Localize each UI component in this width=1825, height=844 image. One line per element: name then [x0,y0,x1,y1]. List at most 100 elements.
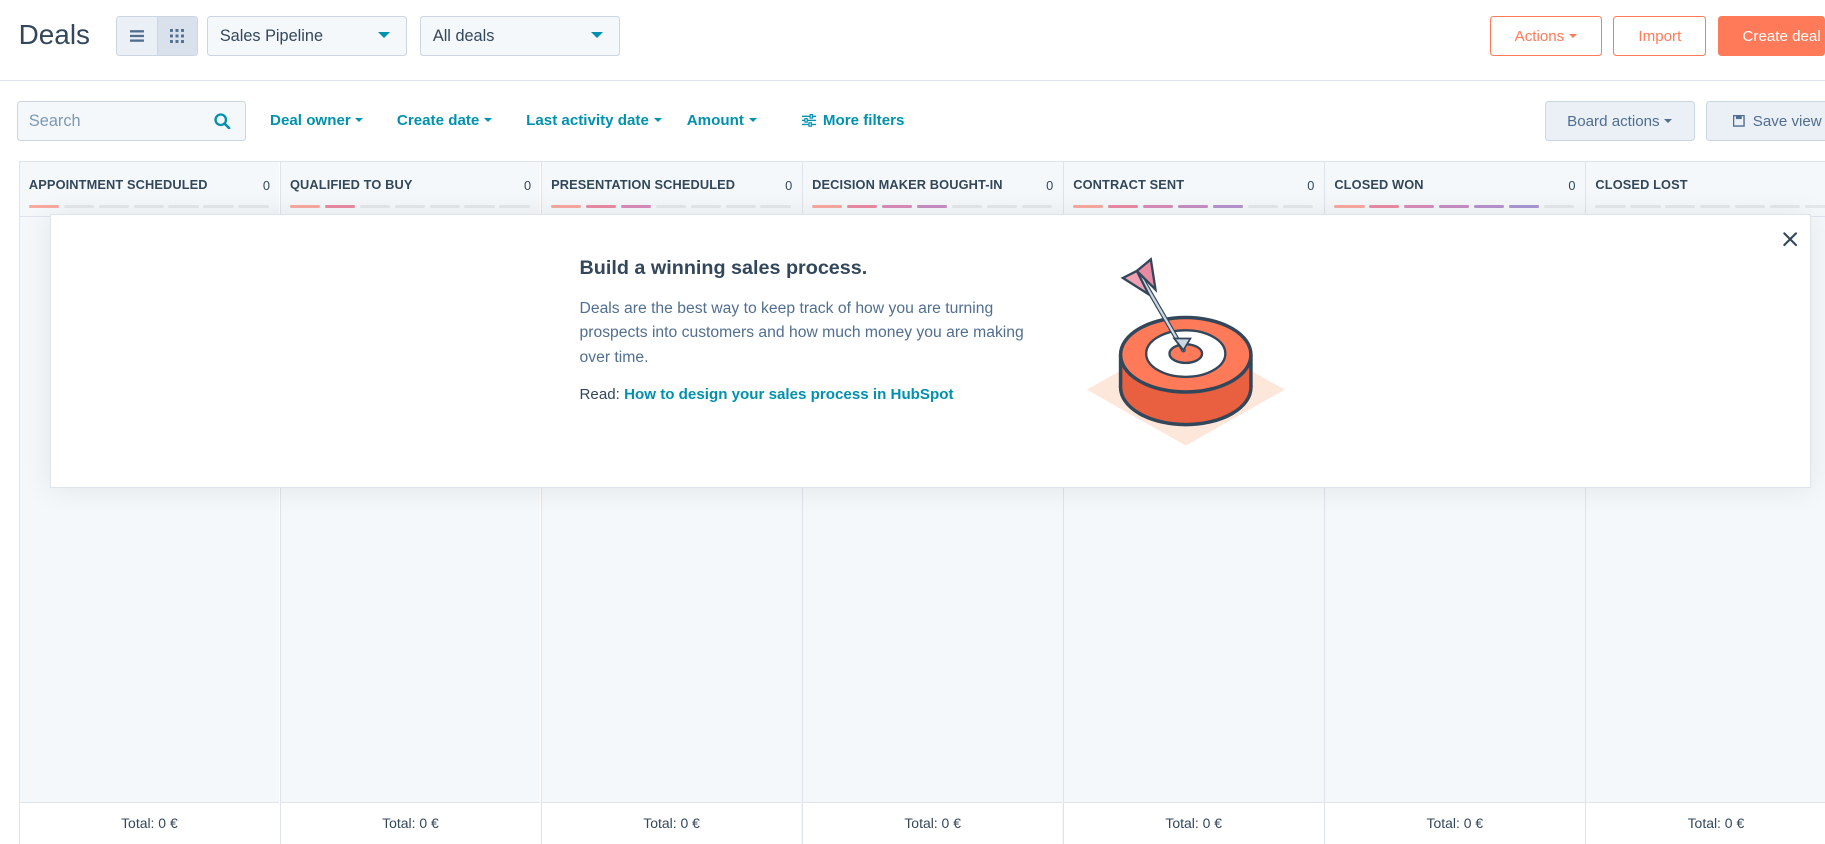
grid-icon [170,28,185,43]
column-total: Total: 0 € [1063,801,1324,844]
stage-progress-segment [1473,204,1505,209]
more-filters-label: More filters [822,111,905,129]
stage-progress-segment [464,204,495,209]
column-header[interactable]: PRESENTATION SCHEDULED 0 [541,161,802,218]
search-icon [214,113,231,129]
import-button[interactable]: Import [1613,16,1707,56]
stage-progress-segment [499,204,530,209]
stage-progress-segment [1734,204,1766,209]
close-icon[interactable] [1782,231,1798,247]
floppy-disk-icon [1733,115,1745,127]
stage-progress-segment [1334,204,1365,209]
caret-down-icon [483,118,492,123]
stage-progress-segment [1769,204,1801,209]
stage-progress-segment [98,204,129,209]
stage-progress [551,204,791,209]
column-title: CLOSED LOST [1595,176,1688,192]
page-header: Deals Sales Pipeline All deals Actions I… [0,0,1825,82]
column-title: PRESENTATION SCHEDULED [551,176,736,192]
column-header[interactable]: CONTRACT SENT 0 [1063,161,1324,218]
caret-down-icon [355,118,364,123]
actions-button[interactable]: Actions [1489,16,1602,56]
app: Deals Sales Pipeline All deals Actions I… [0,0,1825,844]
column-count: 0 [1568,177,1576,193]
stage-progress-segment [1595,204,1626,209]
stage-progress-segment [1630,204,1661,209]
create-date-label: Create date [396,111,480,129]
sales-process-link[interactable]: How to design your sales process in HubS… [624,386,953,403]
stage-progress-segment [1700,204,1731,209]
stage-progress-segment [133,204,164,209]
onboarding-card: Build a winning sales process. Deals are… [50,214,1812,488]
stage-progress-segment [63,204,95,209]
view-select[interactable]: All deals [420,16,621,56]
onboarding-title: Build a winning sales process. [579,257,868,280]
column-title: CONTRACT SENT [1073,176,1185,192]
amount-label: Amount [686,111,744,129]
stage-progress-segment [881,204,913,209]
stage-progress-segment [1665,204,1696,209]
save-view-button[interactable]: Save view [1706,101,1825,141]
column-header[interactable]: QUALIFIED TO BUY 0 [280,161,541,218]
column-total: Total: 0 € [280,801,541,844]
stage-progress-segment [585,204,617,209]
stage-progress-segment [394,204,425,209]
stage-progress-segment [655,204,686,209]
stage-progress-segment [986,204,1017,209]
column-header[interactable]: CLOSED WON 0 [1325,161,1585,218]
caret-down-icon [653,118,662,123]
stage-progress-segment [359,204,391,209]
stage-progress-segment [1282,204,1313,209]
column-total: Total: 0 € [1325,801,1585,844]
stage-progress-segment [1508,204,1540,209]
column-title: CLOSED WON [1334,176,1424,192]
column-header[interactable]: CLOSED LOST [1586,161,1825,218]
stage-progress-segment [289,204,321,209]
stage-progress-segment [1143,204,1174,209]
stage-progress [812,204,1052,209]
chevron-down-icon [378,32,391,39]
more-filters-button[interactable]: More filters [801,111,905,129]
actions-label: Actions [1514,27,1565,45]
stage-progress-segment [1369,204,1400,209]
create-deal-label: Create deal [1742,27,1821,45]
stage-progress-segment [1804,204,1825,209]
amount-filter[interactable]: Amount [687,112,757,129]
stage-progress-segment [1247,204,1278,209]
stage-progress-segment [847,204,878,209]
caret-down-icon [1664,119,1673,124]
stage-progress-segment [916,204,948,209]
board-actions-button[interactable]: Board actions [1544,101,1695,141]
stage-progress-segment [1439,204,1470,209]
column-count: 0 [1307,177,1315,193]
create-date-filter[interactable]: Create date [397,112,492,129]
stage-progress [1595,204,1825,209]
pipeline-select[interactable]: Sales Pipeline [207,16,408,56]
filter-bar: Search Deal owner Create date Last activ… [0,81,1825,160]
last-activity-filter[interactable]: Last activity date [526,112,662,129]
column-title: QUALIFIED TO BUY [289,176,413,192]
column-header[interactable]: DECISION MAKER BOUGHT-IN 0 [802,161,1063,218]
stage-progress-segment [203,204,234,209]
create-deal-button[interactable]: Create deal [1718,16,1825,56]
stage-progress-segment [760,204,791,209]
caret-down-icon [748,118,757,123]
column-header[interactable]: APPOINTMENT SCHEDULED 0 [19,161,280,218]
view-select-value: All deals [432,26,495,45]
view-toggle [116,16,198,56]
column-count: 0 [1046,177,1054,193]
stage-progress-segment [1543,204,1574,209]
column-count: 0 [785,177,793,193]
column-total: Total: 0 € [541,801,802,844]
board-view-button[interactable] [156,17,197,55]
stage-progress [1334,204,1574,209]
list-view-button[interactable] [117,17,157,55]
deal-owner-filter[interactable]: Deal owner [270,112,364,129]
stage-progress-segment [951,204,982,209]
caret-down-icon [1568,34,1577,39]
search-input[interactable]: Search [17,101,246,141]
column-title: APPOINTMENT SCHEDULED [28,176,208,192]
column-total: Total: 0 € [19,801,280,844]
stage-progress-segment [238,204,269,209]
stage-progress-segment [620,204,652,209]
